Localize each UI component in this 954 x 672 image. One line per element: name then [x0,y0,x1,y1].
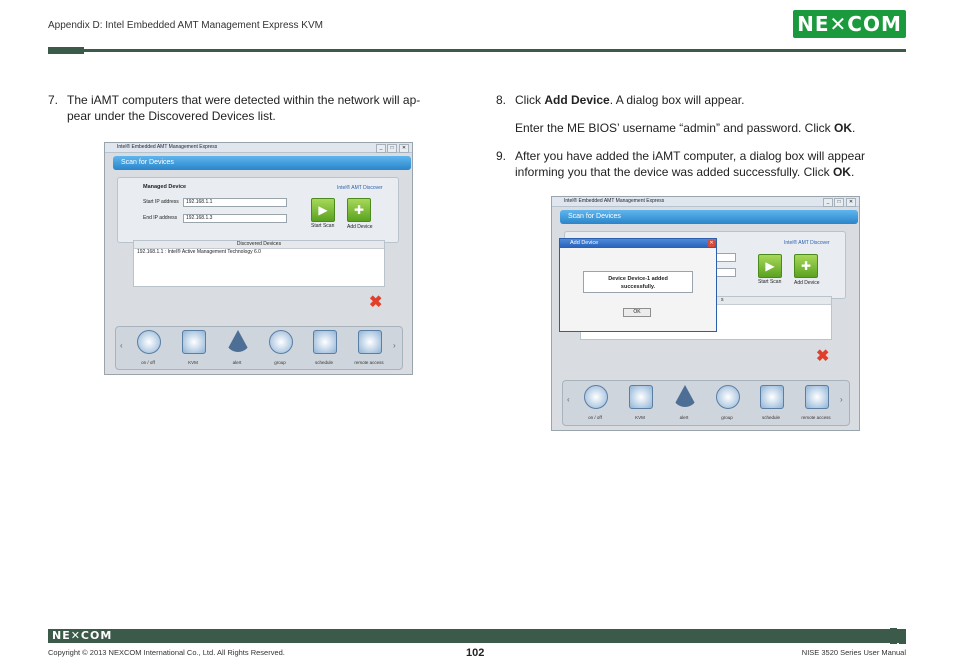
dock-label-onoff: on / off [588,415,602,420]
step-8-bold: Add Device [544,93,610,107]
add-device-dialog: Add Device ✕ Device Device-1 added succe… [559,238,717,332]
alert-icon[interactable] [673,385,697,407]
remote-access-icon[interactable] [805,385,829,409]
step-7-text: The iAMT computers that were detected wi… [67,92,447,124]
start-scan-label: Start Scan [758,279,782,285]
scan-for-devices-bar: Scan for Devices [560,210,858,224]
discovered-devices-list[interactable]: Discovered Devices 192.168.1.1 : Intel® … [133,240,385,287]
window-titlebar: Intel® Embedded AMT Management Express [552,197,859,207]
start-scan-button[interactable]: ▶ [311,198,335,222]
step-9-line-2-post: . [850,165,855,179]
dock-label-remote-access: remote access [354,360,384,365]
dock-label-group: group [274,360,286,365]
schedule-icon[interactable] [760,385,784,409]
step-9-line-2-pre: informing you that the device was added … [515,165,833,179]
minimize-icon[interactable]: _ [376,144,386,153]
end-ip-label: End IP address [143,215,178,221]
end-ip-input[interactable]: 192.168.1.3 [183,214,287,223]
step-7-line-1: The iAMT computers that were detected wi… [67,93,421,107]
start-ip-input[interactable]: 192.168.1.1 [183,198,287,207]
close-icon[interactable]: ✕ [846,198,856,207]
copyright-text: Copyright © 2013 NEXCOM International Co… [48,648,285,657]
screenshot-scan-devices: Intel® Embedded AMT Management Express _… [104,142,413,375]
step-8b-post: . [852,121,856,135]
dock-label-group: group [721,415,733,420]
page-number: 102 [466,647,485,659]
step-9-text: After you have added the iAMT computer, … [515,148,905,180]
step-9-line-2-bold: OK [832,165,851,179]
amt-discover-brand: Intel® AMT Discover [337,185,383,191]
dock-left-arrow-icon[interactable]: ‹ [567,395,570,404]
step-8-pre: Click [515,93,545,107]
dialog-message-line-1: Device Device-1 added [608,276,668,282]
dock-label-schedule: schedule [314,360,333,365]
page-header-title: Appendix D: Intel Embedded AMT Managemen… [48,20,323,31]
discovered-device-row[interactable]: 192.168.1.1 : Intel® Active Management T… [134,249,384,256]
discovered-devices-header: Discovered Devices [134,241,384,249]
dialog-ok-button[interactable]: OK [623,308,651,317]
dialog-message-line-2: successfully. [620,284,656,290]
kvm-icon[interactable] [629,385,653,409]
maximize-icon[interactable]: □ [834,198,844,207]
group-icon[interactable] [269,330,293,354]
dialog-message: Device Device-1 added successfully. [583,271,693,293]
footer-squares-icon [890,628,906,644]
maximize-icon[interactable]: □ [387,144,397,153]
remote-access-icon[interactable] [358,330,382,354]
group-icon[interactable] [716,385,740,409]
close-icon[interactable]: ✕ [399,144,409,153]
kvm-icon[interactable] [182,330,206,354]
exit-x-icon[interactable]: ✖ [816,349,829,365]
step-7-line-2: pear under the Discovered Devices list. [67,109,276,123]
step-9-line-1: After you have added the iAMT computer, … [515,149,865,163]
dock-left-arrow-icon[interactable]: ‹ [120,341,123,350]
scan-for-devices-bar: Scan for Devices [113,156,411,170]
start-scan-label: Start Scan [311,223,335,229]
dock-label-alert: alert [679,415,689,420]
power-icon[interactable] [584,385,608,409]
managed-device-heading: Managed Device [143,184,187,190]
add-device-button[interactable]: ✚ [794,254,818,278]
start-ip-label: Start IP address [143,199,179,205]
dock-label-onoff: on / off [141,360,155,365]
step-8-detail: Enter the ME BIOS’ username “admin” and … [515,120,905,136]
add-device-label: Add Device [794,280,820,286]
dock-label-kvm: KVM [635,415,645,420]
dock-right-arrow-icon[interactable]: › [840,395,843,404]
step-9-number: 9. [496,149,507,163]
alert-icon[interactable] [226,330,250,352]
power-icon[interactable] [137,330,161,354]
step-7-number: 7. [48,93,59,107]
dialog-title: Add Device [560,239,716,248]
dock-right-arrow-icon[interactable]: › [393,341,396,350]
step-8-number: 8. [496,93,507,107]
start-scan-button[interactable]: ▶ [758,254,782,278]
step-8b-bold: OK [834,121,853,135]
window-titlebar: Intel® Embedded AMT Management Express [105,143,412,153]
minimize-icon[interactable]: _ [823,198,833,207]
exit-x-icon[interactable]: ✖ [369,295,382,311]
amt-discover-brand: Intel® AMT Discover [784,240,830,246]
step-8-post: . A dialog box will appear. [609,93,745,107]
footer-rule [48,629,906,643]
step-8-text: Click Add Device. A dialog box will appe… [515,92,905,108]
schedule-icon[interactable] [313,330,337,354]
step-8b-pre: Enter the ME BIOS’ username “admin” and … [515,121,835,135]
add-device-label: Add Device [347,224,373,230]
footer-nexcom-logo: NE✕COM [52,629,113,642]
dock-label-alert: alert [232,360,242,365]
screenshot-device-added: Intel® Embedded AMT Management Express _… [551,196,860,431]
nexcom-logo: NE✕COM [793,10,906,38]
dialog-close-icon[interactable]: ✕ [708,240,715,247]
dock-label-schedule: schedule [761,415,780,420]
dock-label-remote-access: remote access [801,415,831,420]
manual-title: NISE 3520 Series User Manual [801,648,906,657]
header-rule [48,49,906,52]
dock-label-kvm: KVM [188,360,198,365]
step-9-line-2: informing you that the device was added … [515,164,905,180]
add-device-button[interactable]: ✚ [347,198,371,222]
